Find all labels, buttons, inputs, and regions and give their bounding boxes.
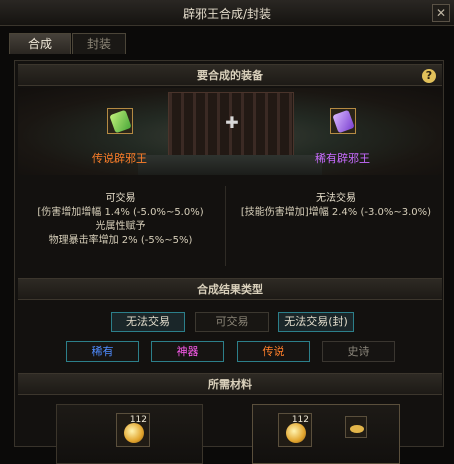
title-bar: 辟邪王合成/封装 ✕ [0, 0, 454, 26]
gold-material-icon [124, 423, 144, 443]
right-item-name: 稀有辟邪王 [315, 152, 370, 165]
right-material-slot[interactable]: 112 [278, 413, 312, 447]
option-untradable-sealed[interactable]: 无法交易(封) [278, 312, 354, 332]
left-item-slot[interactable] [107, 108, 133, 134]
materials-section-header: 所需材料 [18, 373, 442, 395]
right-material-panel [252, 404, 400, 464]
right-item-stats: 无法交易 [技能伤害增加]增幅 2.4% (-3.0%~3.0%) [229, 192, 443, 220]
left-stat-line: 物理暴击率增加 2% (-5%~5%) [48, 235, 193, 246]
equip-section-title: 要合成的装备 [197, 69, 263, 82]
tab-synthesis[interactable]: 合成 [9, 33, 71, 54]
coin-stack-icon [350, 425, 364, 433]
rarity-legendary[interactable]: 传说 [237, 341, 310, 362]
right-stat-line: [技能伤害增加]增幅 2.4% (-3.0%~3.0%) [240, 207, 432, 218]
cross-icon: ✚ [225, 113, 239, 132]
tab-seal[interactable]: 封装 [72, 33, 126, 54]
purple-charm-icon [332, 109, 355, 134]
left-stat-line: [伤害增加增幅 1.4% (-5.0%~5.0%) [37, 207, 204, 218]
window-title: 辟邪王合成/封装 [182, 7, 272, 21]
option-untradable[interactable]: 无法交易 [111, 312, 185, 332]
left-stat-line: 光属性赋予 [95, 221, 146, 232]
result-section-header: 合成结果类型 [18, 278, 442, 300]
left-item-stats: 可交易 [伤害增加增幅 1.4% (-5.0%~5.0%) 光属性赋予 物理暴击… [18, 192, 223, 248]
equip-section-header: 要合成的装备 ? [18, 64, 442, 86]
close-icon[interactable]: ✕ [432, 4, 450, 22]
help-icon[interactable]: ? [422, 69, 436, 83]
column-divider [225, 186, 226, 266]
coin-stack-slot[interactable] [345, 416, 367, 438]
green-charm-icon [109, 109, 132, 134]
material-count: 112 [291, 415, 309, 425]
rarity-epic[interactable]: 史诗 [322, 341, 395, 362]
left-item-name: 传说辟邪王 [92, 152, 147, 165]
left-material-slot[interactable]: 112 [116, 413, 150, 447]
option-tradable[interactable]: 可交易 [195, 312, 269, 332]
left-trade-status: 可交易 [105, 193, 136, 204]
right-item-slot[interactable] [330, 108, 356, 134]
gold-material-icon [286, 423, 306, 443]
rarity-artifact[interactable]: 神器 [151, 341, 224, 362]
material-count: 112 [129, 415, 147, 425]
rarity-rare[interactable]: 稀有 [66, 341, 139, 362]
right-trade-status: 无法交易 [316, 193, 356, 204]
